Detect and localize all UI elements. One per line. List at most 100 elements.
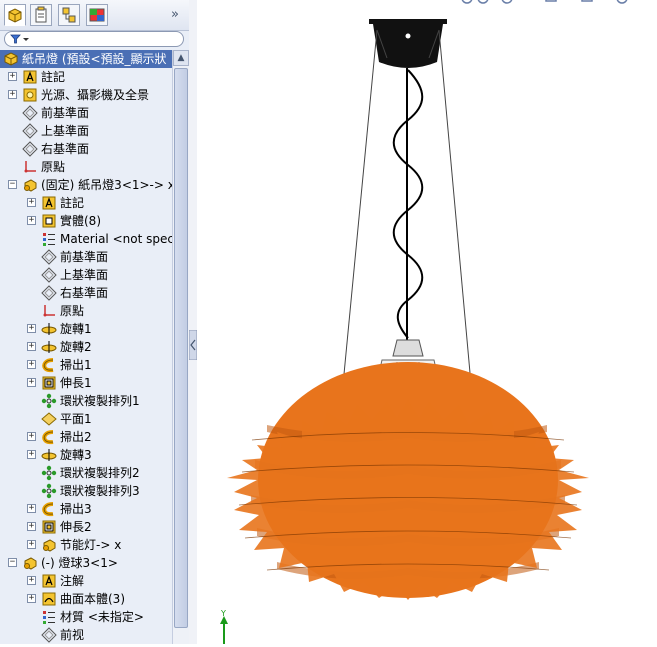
tree-item-label: 掃出2 (60, 430, 92, 444)
tree-item[interactable]: 原點 (0, 302, 172, 320)
tree-item[interactable]: + 注解 (0, 572, 172, 590)
circular-pattern-icon (41, 483, 57, 499)
tree-item[interactable]: + 旋轉1 (0, 320, 172, 338)
tree-item-label: 前基準面 (60, 250, 109, 264)
tree-item-label: 環狀複製排列1 (60, 394, 140, 408)
tree-item-label: 原點 (41, 160, 66, 174)
expand-button[interactable]: + (27, 576, 36, 585)
feature-manager-tab[interactable] (4, 4, 26, 26)
tree-item[interactable]: + 註記 (0, 194, 172, 212)
plane-icon (41, 285, 57, 301)
tree-item[interactable]: + 旋轉2 (0, 338, 172, 356)
tree-item[interactable]: + 實體(8) (0, 212, 172, 230)
expand-button[interactable]: + (27, 342, 36, 351)
expand-button[interactable]: + (27, 504, 36, 513)
tree-item[interactable]: + 旋轉3 (0, 446, 172, 464)
origin-icon (24, 161, 36, 173)
sweep-icon (42, 430, 54, 445)
expand-button[interactable]: + (8, 72, 17, 81)
assembly-icon (4, 52, 18, 66)
tree-item[interactable]: − (固定) 紙吊燈3<1>-> x (0, 176, 172, 194)
expand-button[interactable]: + (27, 216, 36, 225)
tree-item-label: 曲面本體(3) (60, 592, 125, 606)
graphics-viewport[interactable]: Y (197, 0, 657, 644)
tree-item[interactable]: 環狀複製排列3 (0, 482, 172, 500)
tree-item-label: 註記 (60, 196, 85, 210)
plane-feature-icon (41, 412, 57, 426)
configuration-manager-tab[interactable] (58, 4, 80, 26)
tree-item-label: 環狀複製排列2 (60, 466, 140, 480)
power-cord (392, 68, 424, 340)
tree-item[interactable]: + 光源、攝影機及全景 (0, 86, 172, 104)
tree-item[interactable]: 材質 <未指定> (0, 608, 172, 626)
expand-button[interactable]: + (27, 522, 36, 531)
material-icon (43, 611, 55, 624)
heads-up-toolbar[interactable] (461, 0, 628, 4)
tree-scrollbar[interactable]: ▲ (172, 50, 189, 644)
tree-item[interactable]: 環狀複製排列2 (0, 464, 172, 482)
collapse-button[interactable]: − (8, 558, 17, 567)
tree-item-label: 紙吊燈 (預設<預設_顯示狀 (22, 52, 167, 66)
tree-item[interactable]: 原點 (0, 158, 172, 176)
expand-button[interactable]: + (27, 198, 36, 207)
display-manager-tab[interactable] (86, 4, 108, 26)
part-icon (43, 539, 56, 552)
tree-item[interactable]: + 掃出1 (0, 356, 172, 374)
tree-item[interactable]: + 节能灯-> x (0, 536, 172, 554)
tree-item[interactable]: + 曲面本體(3) (0, 590, 172, 608)
expand-button[interactable]: + (27, 324, 36, 333)
circular-pattern-icon (41, 393, 57, 409)
lampshade (227, 362, 589, 600)
tree-item[interactable]: + 掃出3 (0, 500, 172, 518)
property-manager-tab[interactable] (30, 4, 52, 26)
tree-item-label: 上基準面 (41, 124, 90, 138)
tree-item[interactable]: + 伸長2 (0, 518, 172, 536)
tree-item[interactable]: 前基準面 (0, 104, 172, 122)
tree-item[interactable]: Material <not specified> (0, 230, 172, 248)
expand-button[interactable]: + (27, 360, 36, 369)
tree-item-label: 實體(8) (60, 214, 101, 228)
splitter-grip-icon[interactable] (189, 330, 197, 360)
surface-bodies-icon (42, 592, 56, 606)
tree-item[interactable]: 紙吊燈 (預設<預設_顯示狀 (0, 50, 172, 68)
tree-item[interactable]: 前基準面 (0, 248, 172, 266)
tree-item[interactable]: 右基準面 (0, 140, 172, 158)
tree-item[interactable]: 平面1 (0, 410, 172, 428)
tree-item-label: 前基準面 (41, 106, 90, 120)
panel-splitter[interactable] (189, 0, 197, 644)
tree-item-label: 旋轉2 (60, 340, 92, 354)
tree-item[interactable]: 右基準面 (0, 284, 172, 302)
expand-button[interactable]: + (27, 378, 36, 387)
plane-icon (41, 627, 57, 643)
expand-button[interactable]: + (27, 432, 36, 441)
tree-item[interactable]: − (-) 燈球3<1> (0, 554, 172, 572)
feature-manager-panel: » 紙吊燈 (預設<預設_顯示狀 + 註記 + 光源、攝影機及全景 前基準面 上基準面 右基準… (0, 0, 190, 644)
tree-item[interactable]: 環狀複製排列1 (0, 392, 172, 410)
tree-item[interactable]: 上基準面 (0, 266, 172, 284)
tree-item[interactable]: 前视 (0, 626, 172, 644)
annotation-icon (42, 574, 56, 588)
part-icon (24, 179, 37, 192)
tree-item[interactable]: + 註記 (0, 68, 172, 86)
tree-item[interactable]: 上基準面 (0, 122, 172, 140)
configuration-icon (62, 7, 76, 23)
collapse-button[interactable]: − (8, 180, 17, 189)
filter-box[interactable] (4, 31, 184, 47)
tree-item-label: 伸長2 (60, 520, 92, 534)
lamp-model: Y (220, 0, 628, 644)
tree-item-label: 节能灯-> x (60, 538, 122, 552)
expand-button[interactable]: + (8, 90, 17, 99)
expand-button[interactable]: + (27, 540, 36, 549)
feature-tree-icon (8, 8, 22, 23)
expand-button[interactable]: + (27, 594, 36, 603)
more-tabs-button[interactable]: » (166, 6, 184, 24)
material-icon (43, 233, 55, 246)
tree-item[interactable]: + 伸長1 (0, 374, 172, 392)
scroll-up-button[interactable]: ▲ (173, 50, 189, 66)
tree-item-label: 光源、攝影機及全景 (41, 88, 150, 102)
scroll-thumb[interactable] (174, 68, 188, 628)
tree-item-label: 伸長1 (60, 376, 92, 390)
property-icon (35, 6, 47, 23)
expand-button[interactable]: + (27, 450, 36, 459)
tree-item[interactable]: + 掃出2 (0, 428, 172, 446)
